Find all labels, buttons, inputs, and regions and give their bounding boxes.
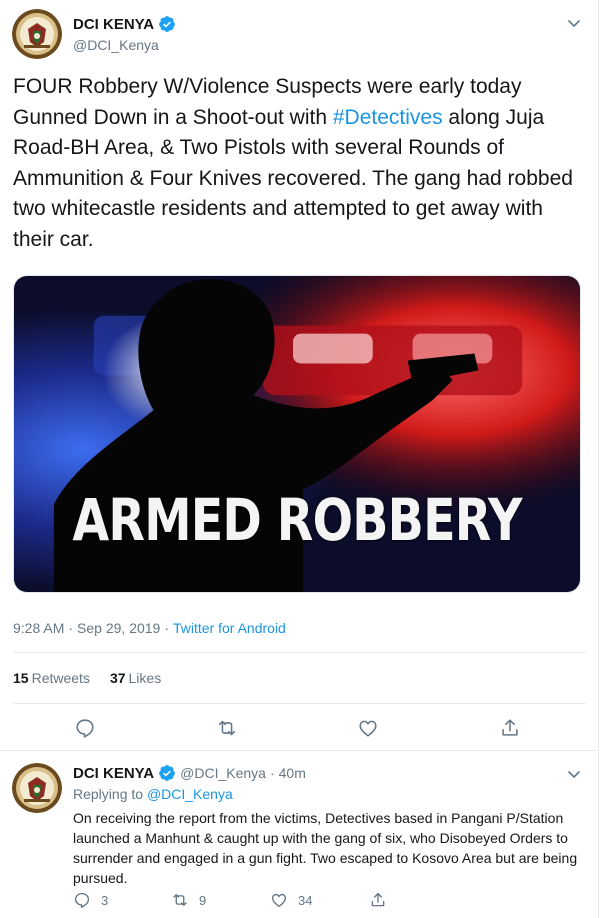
hashtag-link[interactable]: #Detectives [333,106,443,129]
tweet-date[interactable]: Sep 29, 2019 [77,620,160,636]
retweet-icon[interactable] [216,717,238,739]
avatar[interactable] [12,763,62,813]
reply-count: 3 [101,892,109,908]
author-name-row[interactable]: DCI KENYA [73,15,176,33]
reply-icon [74,892,90,908]
reply-age[interactable]: 40m [279,765,306,781]
likes-stat[interactable]: 37 Likes [110,670,161,686]
tweet-stats: 15 Retweets 37 Likes [13,670,161,686]
tweet-actions [0,714,599,742]
tweet-text: FOUR Robbery W/Violence Suspects were ea… [13,72,588,255]
reply-icon[interactable] [74,717,96,739]
like-icon [271,893,287,908]
separator-dot: · [269,765,275,781]
main-tweet: DCI KENYA @DCI_Kenya FOUR Robbery W/Viol… [0,0,599,750]
reply-tweet[interactable]: DCI KENYA @DCI_Kenya · 40m Replying to @… [0,750,599,918]
like-count: 34 [298,892,313,908]
display-name[interactable]: DCI KENYA [73,765,154,782]
tweet-source-link[interactable]: Twitter for Android [173,620,286,636]
verified-badge-icon [158,15,176,33]
like-icon[interactable] [357,717,379,739]
separator-dot: · [164,620,170,636]
likes-label: Likes [128,670,162,686]
reply-button[interactable]: 3 [73,891,108,909]
tweet-timestamp-row: 9:28 AM · Sep 29, 2019 · Twitter for Android [13,620,286,636]
reply-actions: 3 9 34 [73,891,403,913]
handle[interactable]: @DCI_Kenya [180,765,266,781]
verified-badge-icon [158,764,176,782]
replying-label: Replying to [73,786,144,802]
separator-dot: · [68,620,74,636]
share-icon[interactable] [499,717,521,739]
chevron-down-icon[interactable] [566,15,582,31]
divider [13,652,586,653]
reply-header: DCI KENYA @DCI_Kenya · 40m [73,764,306,782]
retweets-count: 15 [13,670,29,686]
share-icon [371,892,385,907]
share-button[interactable] [369,891,387,909]
retweets-stat[interactable]: 15 Retweets [13,670,90,686]
retweet-button[interactable]: 9 [171,891,206,909]
handle[interactable]: @DCI_Kenya [73,37,159,53]
chevron-down-icon[interactable] [566,766,582,782]
replying-to-link[interactable]: @DCI_Kenya [147,786,233,802]
reply-text: On receiving the report from the victims… [73,810,578,886]
avatar[interactable] [12,9,62,59]
retweets-label: Retweets [31,670,90,686]
tweet-image[interactable]: ARMED ROBBERY [13,275,581,593]
tweet-time[interactable]: 9:28 AM [13,620,64,636]
retweet-icon [173,894,187,906]
likes-count: 37 [109,670,126,686]
retweet-count: 9 [199,892,207,908]
like-button[interactable]: 34 [270,891,312,909]
replying-to: Replying to @DCI_Kenya [73,786,233,802]
divider [13,703,586,704]
display-name[interactable]: DCI KENYA [73,16,154,33]
media-caption: ARMED ROBBERY [72,486,522,554]
